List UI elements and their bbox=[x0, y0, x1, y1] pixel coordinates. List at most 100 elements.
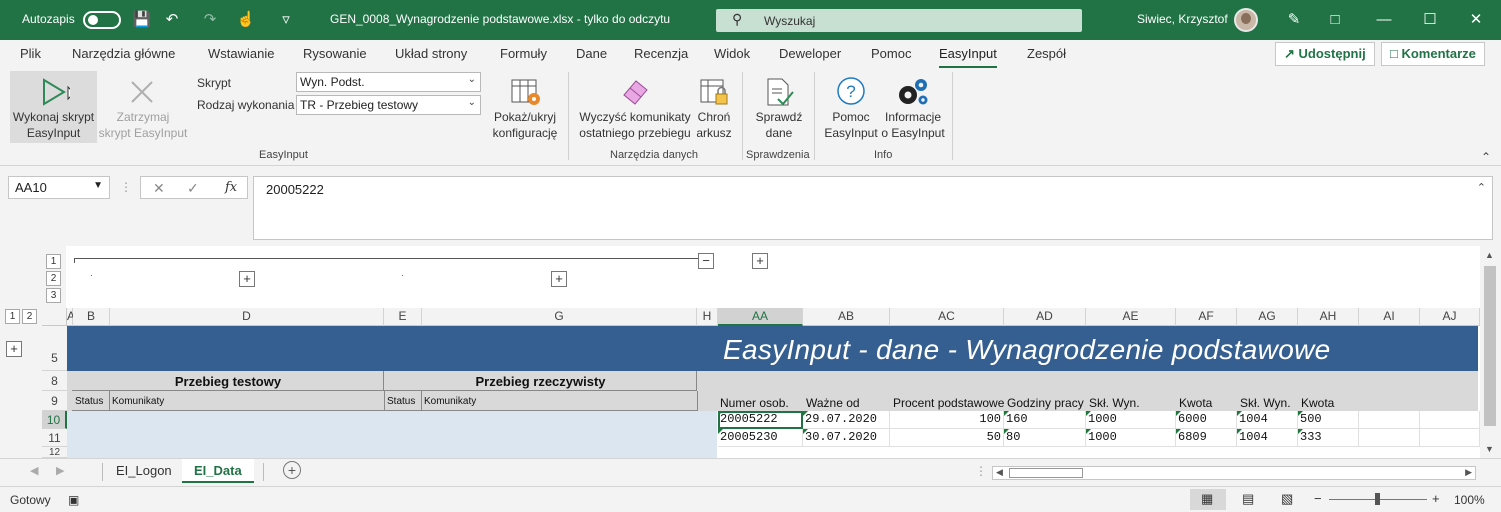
outline-row-level-2[interactable]: 2 bbox=[46, 271, 61, 286]
horizontal-scroll-thumb[interactable] bbox=[1009, 468, 1083, 478]
row-header-9[interactable]: 9 bbox=[42, 391, 67, 411]
column-header-ag[interactable]: AG bbox=[1237, 308, 1298, 326]
column-header-ad[interactable]: AD bbox=[1004, 308, 1086, 326]
enter-icon[interactable]: ✓ bbox=[187, 180, 199, 197]
insert-function-button[interactable]: fx bbox=[225, 180, 237, 195]
expand-row-group-plus-icon[interactable]: + bbox=[6, 341, 22, 357]
column-header-ac[interactable]: AC bbox=[890, 308, 1004, 326]
autosave-toggle[interactable] bbox=[83, 11, 121, 29]
ribbon-display-icon[interactable]: □ bbox=[1325, 10, 1345, 30]
comments-button[interactable]: □ Komentarze bbox=[1381, 42, 1485, 66]
tab-developer[interactable]: Deweloper bbox=[779, 46, 841, 61]
cell-aj11[interactable] bbox=[1420, 429, 1480, 447]
messages-area[interactable] bbox=[67, 411, 717, 458]
column-header-g[interactable]: G bbox=[422, 308, 697, 326]
sheet-tab-ei-logon[interactable]: EI_Logon bbox=[104, 459, 184, 483]
save-icon[interactable]: 💾 bbox=[132, 10, 152, 30]
tab-view[interactable]: Widok bbox=[714, 46, 750, 61]
sheet-tab-ei-data[interactable]: EI_Data bbox=[182, 459, 254, 483]
mode-dropdown[interactable]: TR - Przebieg testowy ⌄ bbox=[296, 95, 481, 115]
cancel-icon[interactable]: ✕ bbox=[153, 180, 165, 197]
scroll-left-icon[interactable]: ◀ bbox=[996, 467, 1003, 478]
outline-col-level-1[interactable]: 1 bbox=[5, 309, 20, 324]
tab-file[interactable]: Plik bbox=[20, 46, 41, 61]
cell-ad10[interactable]: 160 bbox=[1004, 411, 1086, 429]
zoom-slider-thumb[interactable] bbox=[1375, 493, 1380, 505]
tab-insert[interactable]: Wstawianie bbox=[208, 46, 274, 61]
info-button[interactable]: Informacje o EasyInput bbox=[880, 71, 946, 143]
cell-aj10[interactable] bbox=[1420, 411, 1480, 429]
column-header-aj[interactable]: AJ bbox=[1420, 308, 1480, 326]
cell-ad11[interactable]: 80 bbox=[1004, 429, 1086, 447]
touch-mode-icon[interactable]: ☝ bbox=[236, 10, 256, 30]
page-layout-view-icon[interactable]: ▤ bbox=[1242, 491, 1254, 507]
vertical-scrollbar[interactable]: ▲ ▼ bbox=[1480, 246, 1501, 458]
cell-ac10[interactable]: 100 bbox=[890, 411, 1004, 429]
search-input[interactable] bbox=[764, 12, 1064, 29]
add-sheet-icon[interactable]: + bbox=[283, 461, 301, 479]
cell-ab10[interactable]: 29.07.2020 bbox=[803, 411, 890, 429]
row-header-12[interactable]: 12 bbox=[42, 447, 67, 458]
prev-sheet-icon[interactable]: ◀ bbox=[30, 464, 38, 477]
share-button[interactable]: ↗ Udostępnij bbox=[1275, 42, 1375, 66]
scroll-down-icon[interactable]: ▼ bbox=[1485, 444, 1494, 454]
column-header-b[interactable]: B bbox=[73, 308, 110, 326]
scroll-right-icon[interactable]: ▶ bbox=[1465, 467, 1472, 478]
expand-group-plus-icon[interactable]: + bbox=[239, 271, 255, 287]
outline-row-level-1[interactable]: 1 bbox=[46, 254, 61, 269]
customize-toolbar-icon[interactable]: ▿ bbox=[276, 10, 296, 30]
run-script-button[interactable]: Wykonaj skrypt EasyInput bbox=[10, 71, 97, 143]
zoom-in-icon[interactable]: + bbox=[1432, 491, 1440, 506]
redo-icon[interactable]: ↷ bbox=[200, 10, 220, 30]
cell-af10[interactable]: 6000 bbox=[1176, 411, 1237, 429]
outline-row-level-3[interactable]: 3 bbox=[46, 288, 61, 303]
close-icon[interactable]: ✕ bbox=[1466, 10, 1486, 30]
expand-group-plus-icon[interactable]: + bbox=[551, 271, 567, 287]
column-header-ai[interactable]: AI bbox=[1359, 308, 1420, 326]
minimize-icon[interactable]: — bbox=[1374, 10, 1394, 30]
clear-messages-button[interactable]: Wyczyść komunikaty ostatniego przebiegu bbox=[576, 71, 694, 143]
maximize-icon[interactable]: ☐ bbox=[1420, 10, 1440, 30]
formula-input[interactable]: 20005222 ⌃ bbox=[253, 176, 1493, 240]
search-box[interactable]: ⚲ bbox=[716, 9, 1082, 32]
zoom-level[interactable]: 100% bbox=[1454, 493, 1485, 507]
script-dropdown[interactable]: Wyn. Podst. ⌄ bbox=[296, 72, 481, 92]
tab-easyinput[interactable]: EasyInput bbox=[939, 46, 997, 69]
macro-record-icon[interactable]: ▣ bbox=[68, 493, 79, 507]
scroll-up-icon[interactable]: ▲ bbox=[1485, 250, 1494, 260]
page-break-view-icon[interactable]: ▧ bbox=[1281, 491, 1293, 507]
tab-page-layout[interactable]: Układ strony bbox=[395, 46, 467, 61]
cell-ae11[interactable]: 1000 bbox=[1086, 429, 1176, 447]
cell-ah11[interactable]: 333 bbox=[1298, 429, 1359, 447]
column-header-e[interactable]: E bbox=[384, 308, 422, 326]
cell-ah10[interactable]: 500 bbox=[1298, 411, 1359, 429]
next-sheet-icon[interactable]: ▶ bbox=[56, 464, 64, 477]
help-button[interactable]: ? Pomoc EasyInput bbox=[822, 71, 880, 143]
zoom-out-icon[interactable]: − bbox=[1314, 491, 1322, 506]
cell-ag11[interactable]: 1004 bbox=[1237, 429, 1298, 447]
name-box[interactable]: AA10 ▼ bbox=[8, 176, 110, 199]
tab-home[interactable]: Narzędzia główne bbox=[72, 46, 175, 61]
cell-ae10[interactable]: 1000 bbox=[1086, 411, 1176, 429]
collapse-formula-bar-icon[interactable]: ⌃ bbox=[1477, 181, 1486, 194]
collapse-group-minus-icon[interactable]: − bbox=[698, 253, 714, 269]
cell-ab11[interactable]: 30.07.2020 bbox=[803, 429, 890, 447]
collapse-ribbon-icon[interactable]: ⌃ bbox=[1481, 150, 1491, 164]
outline-col-level-2[interactable]: 2 bbox=[22, 309, 37, 324]
column-header-ah[interactable]: AH bbox=[1298, 308, 1359, 326]
protect-sheet-button[interactable]: Chroń arkusz bbox=[694, 71, 734, 143]
tab-team[interactable]: Zespół bbox=[1027, 46, 1066, 61]
horizontal-scrollbar[interactable]: ◀ ▶ bbox=[992, 466, 1476, 480]
cell-ai10[interactable] bbox=[1359, 411, 1420, 429]
column-header-ae[interactable]: AE bbox=[1086, 308, 1176, 326]
vertical-scroll-thumb[interactable] bbox=[1484, 266, 1496, 426]
row-header-11[interactable]: 11 bbox=[42, 429, 67, 447]
tab-data[interactable]: Dane bbox=[576, 46, 607, 61]
tab-draw[interactable]: Rysowanie bbox=[303, 46, 367, 61]
cell-aa11[interactable]: 20005230 bbox=[718, 429, 803, 447]
cell-af11[interactable]: 6809 bbox=[1176, 429, 1237, 447]
column-header-af[interactable]: AF bbox=[1176, 308, 1237, 326]
row-header-5[interactable]: 5 bbox=[42, 326, 67, 371]
row-header-10[interactable]: 10 bbox=[42, 411, 67, 429]
tab-splitter-grip-icon[interactable]: ⋮ bbox=[975, 464, 987, 478]
